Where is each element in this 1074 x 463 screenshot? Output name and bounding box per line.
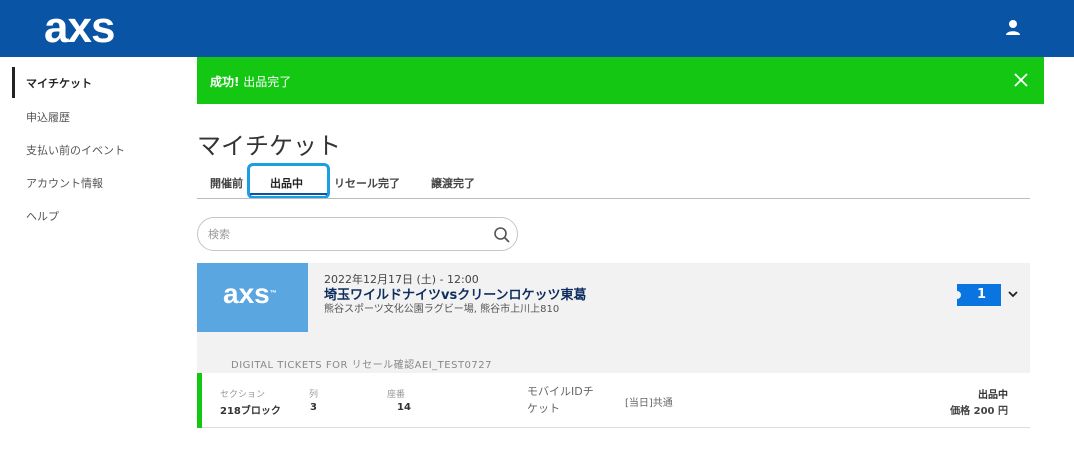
row-label: 列 <box>309 390 319 400</box>
tab-transfer-complete[interactable]: 譲渡完了 <box>431 175 475 191</box>
seat-value: 14 <box>397 402 411 413</box>
close-icon[interactable] <box>1011 70 1031 90</box>
sidebar-item-help[interactable]: ヘルプ <box>26 208 59 224</box>
search-icon[interactable] <box>493 226 511 244</box>
tab-upcoming[interactable]: 開催前 <box>210 175 243 191</box>
user-icon[interactable] <box>1003 18 1023 38</box>
sidebar-item-my-tickets[interactable]: マイチケット <box>26 75 92 91</box>
section-value: 218ブロック <box>220 406 281 417</box>
digital-tickets-label: DIGITAL TICKETS FOR リセール確認AEI_TEST0727 <box>231 360 493 371</box>
listing-price: 価格 200 円 <box>950 406 1008 417</box>
seat-label: 座番 <box>387 390 406 400</box>
row-value: 3 <box>310 402 317 413</box>
ticket-row[interactable]: セクション 218ブロック 列 3 座番 14 モバイルIDチケット [当日]共… <box>197 373 1030 428</box>
alert-title: 成功! <box>210 75 240 89</box>
page-title: マイチケット <box>197 132 341 160</box>
sidebar-active-indicator <box>12 67 15 98</box>
tab-active-underline <box>250 193 327 195</box>
search-input[interactable] <box>208 226 478 242</box>
sidebar-item-account-info[interactable]: アカウント情報 <box>26 175 103 191</box>
top-bar: axs <box>0 0 1074 57</box>
event-venue: 熊谷スポーツ文化公園ラグビー場, 熊谷市上川上810 <box>324 304 560 315</box>
digital-tickets-header: DIGITAL TICKETS FOR リセール確認AEI_TEST0727 <box>197 350 1030 373</box>
axs-logo[interactable]: axs <box>44 4 115 52</box>
alert-message: 出品完了 <box>239 75 292 89</box>
success-alert: 成功! 出品完了 <box>197 57 1044 104</box>
event-thumbnail: axs™ <box>197 263 308 332</box>
tab-listing[interactable]: 出品中 <box>270 175 303 191</box>
search-box <box>197 217 518 251</box>
tab-resale-complete[interactable]: リセール完了 <box>334 175 400 191</box>
ticket-type: モバイルIDチケット <box>527 385 594 415</box>
listing-status: 出品中 <box>978 390 1008 401</box>
ticket-count: 1 <box>977 287 987 302</box>
thumbnail-logo: axs™ <box>223 278 277 309</box>
ticket-note: [当日]共通 <box>625 398 673 409</box>
chevron-down-icon[interactable] <box>1006 287 1020 301</box>
alert-text: 成功! 出品完了 <box>210 73 291 90</box>
tabs-divider <box>197 198 1030 199</box>
section-label: セクション <box>220 390 266 400</box>
sidebar-item-order-history[interactable]: 申込履歴 <box>26 109 70 125</box>
event-card[interactable]: axs™ 2022年12月17日 (土) - 12:00 埼玉ワイルドナイツvs… <box>197 263 1030 350</box>
ticket-status-indicator <box>197 373 202 428</box>
sidebar-item-unpaid-events[interactable]: 支払い前のイベント <box>26 142 125 158</box>
